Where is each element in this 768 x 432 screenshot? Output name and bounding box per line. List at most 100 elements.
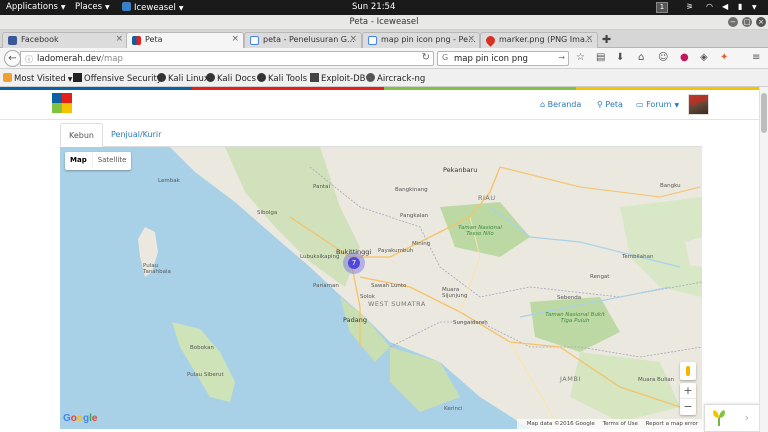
close-window-button[interactable]: × bbox=[756, 17, 766, 27]
street-view-pegman-icon[interactable] bbox=[680, 362, 696, 380]
nav-map[interactable]: ⚲ Peta bbox=[597, 100, 623, 109]
map-label: Pariaman bbox=[313, 283, 339, 289]
search-input[interactable]: G map pin icon png → bbox=[437, 51, 569, 66]
battery-icon[interactable]: ▮ bbox=[738, 2, 742, 11]
cluster-count: 7 bbox=[348, 257, 360, 269]
system-menu-chevron-icon[interactable]: ▼ bbox=[752, 4, 757, 11]
search-icon: G bbox=[442, 53, 449, 62]
back-button[interactable]: ← bbox=[4, 50, 21, 67]
clock[interactable]: Sun 21:54 bbox=[352, 2, 395, 12]
nav-home[interactable]: ⌂ Beranda bbox=[540, 100, 581, 109]
bookmark-star-icon[interactable]: ☆ bbox=[576, 52, 585, 63]
chevron-down-icon: ▼ bbox=[178, 5, 184, 12]
tab-google-search[interactable]: peta - Penelusuran G... × bbox=[244, 32, 362, 48]
folder-icon bbox=[3, 73, 12, 82]
page-scrollbar[interactable] bbox=[759, 87, 768, 432]
chat-logo-icon bbox=[713, 410, 725, 426]
bookmark-kali-tools[interactable]: Kali Tools bbox=[257, 73, 307, 84]
close-tab-icon[interactable]: × bbox=[467, 34, 475, 44]
map-label: Bobokan bbox=[190, 345, 214, 351]
download-icon[interactable]: ⬇ bbox=[616, 52, 624, 63]
google-map[interactable]: Map Satellite Pekanbaru RIAU WEST SUMATRA… bbox=[60, 147, 702, 429]
map-pin-icon bbox=[484, 34, 497, 47]
new-tab-plus-icon[interactable]: ✚ bbox=[602, 33, 611, 46]
zoom-out-button[interactable]: − bbox=[680, 399, 696, 415]
shield-icon[interactable]: ◈ bbox=[700, 52, 708, 63]
close-tab-icon[interactable]: × bbox=[115, 34, 123, 44]
bookmark-label: Exploit-DB bbox=[321, 74, 366, 84]
map-type-map-button[interactable]: Map bbox=[65, 152, 92, 168]
aircrack-icon bbox=[366, 73, 375, 82]
bookmark-label: Aircrack-ng bbox=[377, 74, 426, 84]
applications-menu[interactable]: Applications ▼ bbox=[6, 2, 66, 12]
tab-kebun[interactable]: Kebun bbox=[60, 123, 103, 147]
tab-penjual-kurir[interactable]: Penjual/Kurir bbox=[103, 123, 169, 147]
marker-cluster[interactable]: 7 bbox=[343, 252, 365, 274]
map-label: Pulau Tanahbala bbox=[143, 263, 171, 275]
app-menu[interactable]: Iceweasel ▼ bbox=[122, 2, 183, 13]
nav-forum-label: Forum bbox=[646, 100, 672, 109]
report-map-error-link[interactable]: Report a map error bbox=[646, 421, 698, 427]
reading-list-icon[interactable]: ▤ bbox=[596, 52, 605, 63]
map-type-satellite-button[interactable]: Satellite bbox=[91, 152, 132, 168]
volume-icon[interactable]: ◀ bbox=[722, 2, 728, 11]
places-menu[interactable]: Places ▼ bbox=[75, 2, 110, 12]
nav-map-label: Peta bbox=[605, 100, 623, 109]
workspace-indicator[interactable]: 1 bbox=[656, 2, 668, 13]
close-tab-icon[interactable]: × bbox=[349, 34, 357, 44]
reload-icon[interactable]: ↻ bbox=[422, 52, 430, 63]
bookmark-kali-docs[interactable]: Kali Docs bbox=[206, 73, 256, 84]
bookmark-aircrack-ng[interactable]: Aircrack-ng bbox=[366, 73, 425, 84]
bookmark-most-visited[interactable]: Most Visited ▼ bbox=[3, 73, 72, 84]
map-label: Padang bbox=[343, 316, 367, 324]
home-icon[interactable]: ⌂ bbox=[638, 52, 644, 63]
close-tab-icon[interactable]: × bbox=[231, 34, 239, 44]
site-logo[interactable] bbox=[52, 93, 72, 113]
bookmark-offensive-security[interactable]: Offensive Security bbox=[73, 73, 162, 84]
bookmark-label: Kali Docs bbox=[217, 74, 256, 84]
addon-icon[interactable]: ✦ bbox=[720, 52, 728, 63]
wifi-icon[interactable]: ◠ bbox=[706, 2, 713, 11]
search-go-icon[interactable]: → bbox=[558, 53, 565, 62]
close-tab-icon[interactable]: × bbox=[585, 34, 593, 44]
app-menu-label: Iceweasel bbox=[134, 3, 176, 13]
map-label: Muara Sijunjung bbox=[442, 287, 468, 299]
offsec-icon bbox=[73, 73, 82, 82]
url-bar[interactable]: ⓘ ladomerah.dev/map ↻ bbox=[20, 51, 434, 66]
bookmark-kali-linux[interactable]: Kali Linux bbox=[157, 73, 209, 84]
map-label: Mining bbox=[412, 241, 431, 247]
menu-icon[interactable]: ≡ bbox=[752, 52, 760, 63]
map-label: Sebenda bbox=[557, 295, 582, 301]
tab-marker-png[interactable]: marker.png (PNG Ima... × bbox=[480, 32, 598, 48]
bookmark-exploit-db[interactable]: Exploit-DB bbox=[310, 73, 366, 84]
map-label: Pekanbaru bbox=[443, 166, 478, 174]
color-picker-icon[interactable]: ● bbox=[680, 52, 689, 63]
zoom-in-button[interactable]: + bbox=[680, 383, 696, 399]
map-label: Taman Nasional Bukit Tiga Puluh bbox=[545, 312, 605, 324]
tab-facebook[interactable]: Facebook × bbox=[2, 32, 128, 48]
places-label: Places bbox=[75, 2, 103, 12]
nav-forum[interactable]: ▭ Forum ▼ bbox=[636, 100, 679, 109]
map-label: Pantai bbox=[313, 184, 330, 190]
maximize-button[interactable]: □ bbox=[742, 17, 752, 27]
google-logo[interactable]: Google bbox=[63, 413, 97, 424]
info-icon[interactable]: ⓘ bbox=[25, 54, 33, 65]
minimize-button[interactable]: − bbox=[728, 17, 738, 27]
terms-of-use-link[interactable]: Terms of Use bbox=[603, 421, 638, 427]
map-label: WEST SUMATRA bbox=[368, 300, 426, 308]
network-icon[interactable]: ⚞ bbox=[686, 2, 693, 11]
chat-widget[interactable]: › bbox=[704, 404, 760, 432]
map-label: Kerinci bbox=[444, 406, 463, 412]
avatar[interactable] bbox=[688, 94, 709, 115]
chevron-down-icon: ▼ bbox=[674, 102, 680, 109]
window-titlebar: Peta - Iceweasel − □ × bbox=[0, 15, 768, 30]
scrollbar-thumb[interactable] bbox=[761, 93, 767, 133]
site-navbar: ⌂ Beranda ⚲ Peta ▭ Forum ▼ bbox=[0, 90, 768, 120]
url-text: ladomerah.dev/map bbox=[37, 54, 123, 64]
google-icon bbox=[250, 36, 259, 45]
tab-peta[interactable]: Peta × bbox=[126, 32, 244, 49]
tab-map-pin-search[interactable]: map pin icon png - Pe... × bbox=[362, 32, 480, 48]
map-label: Sibolga bbox=[257, 210, 278, 216]
chat-icon[interactable]: ☺ bbox=[658, 52, 668, 63]
bookmarks-toolbar: Most Visited ▼ Offensive Security Kali Li… bbox=[0, 69, 768, 87]
